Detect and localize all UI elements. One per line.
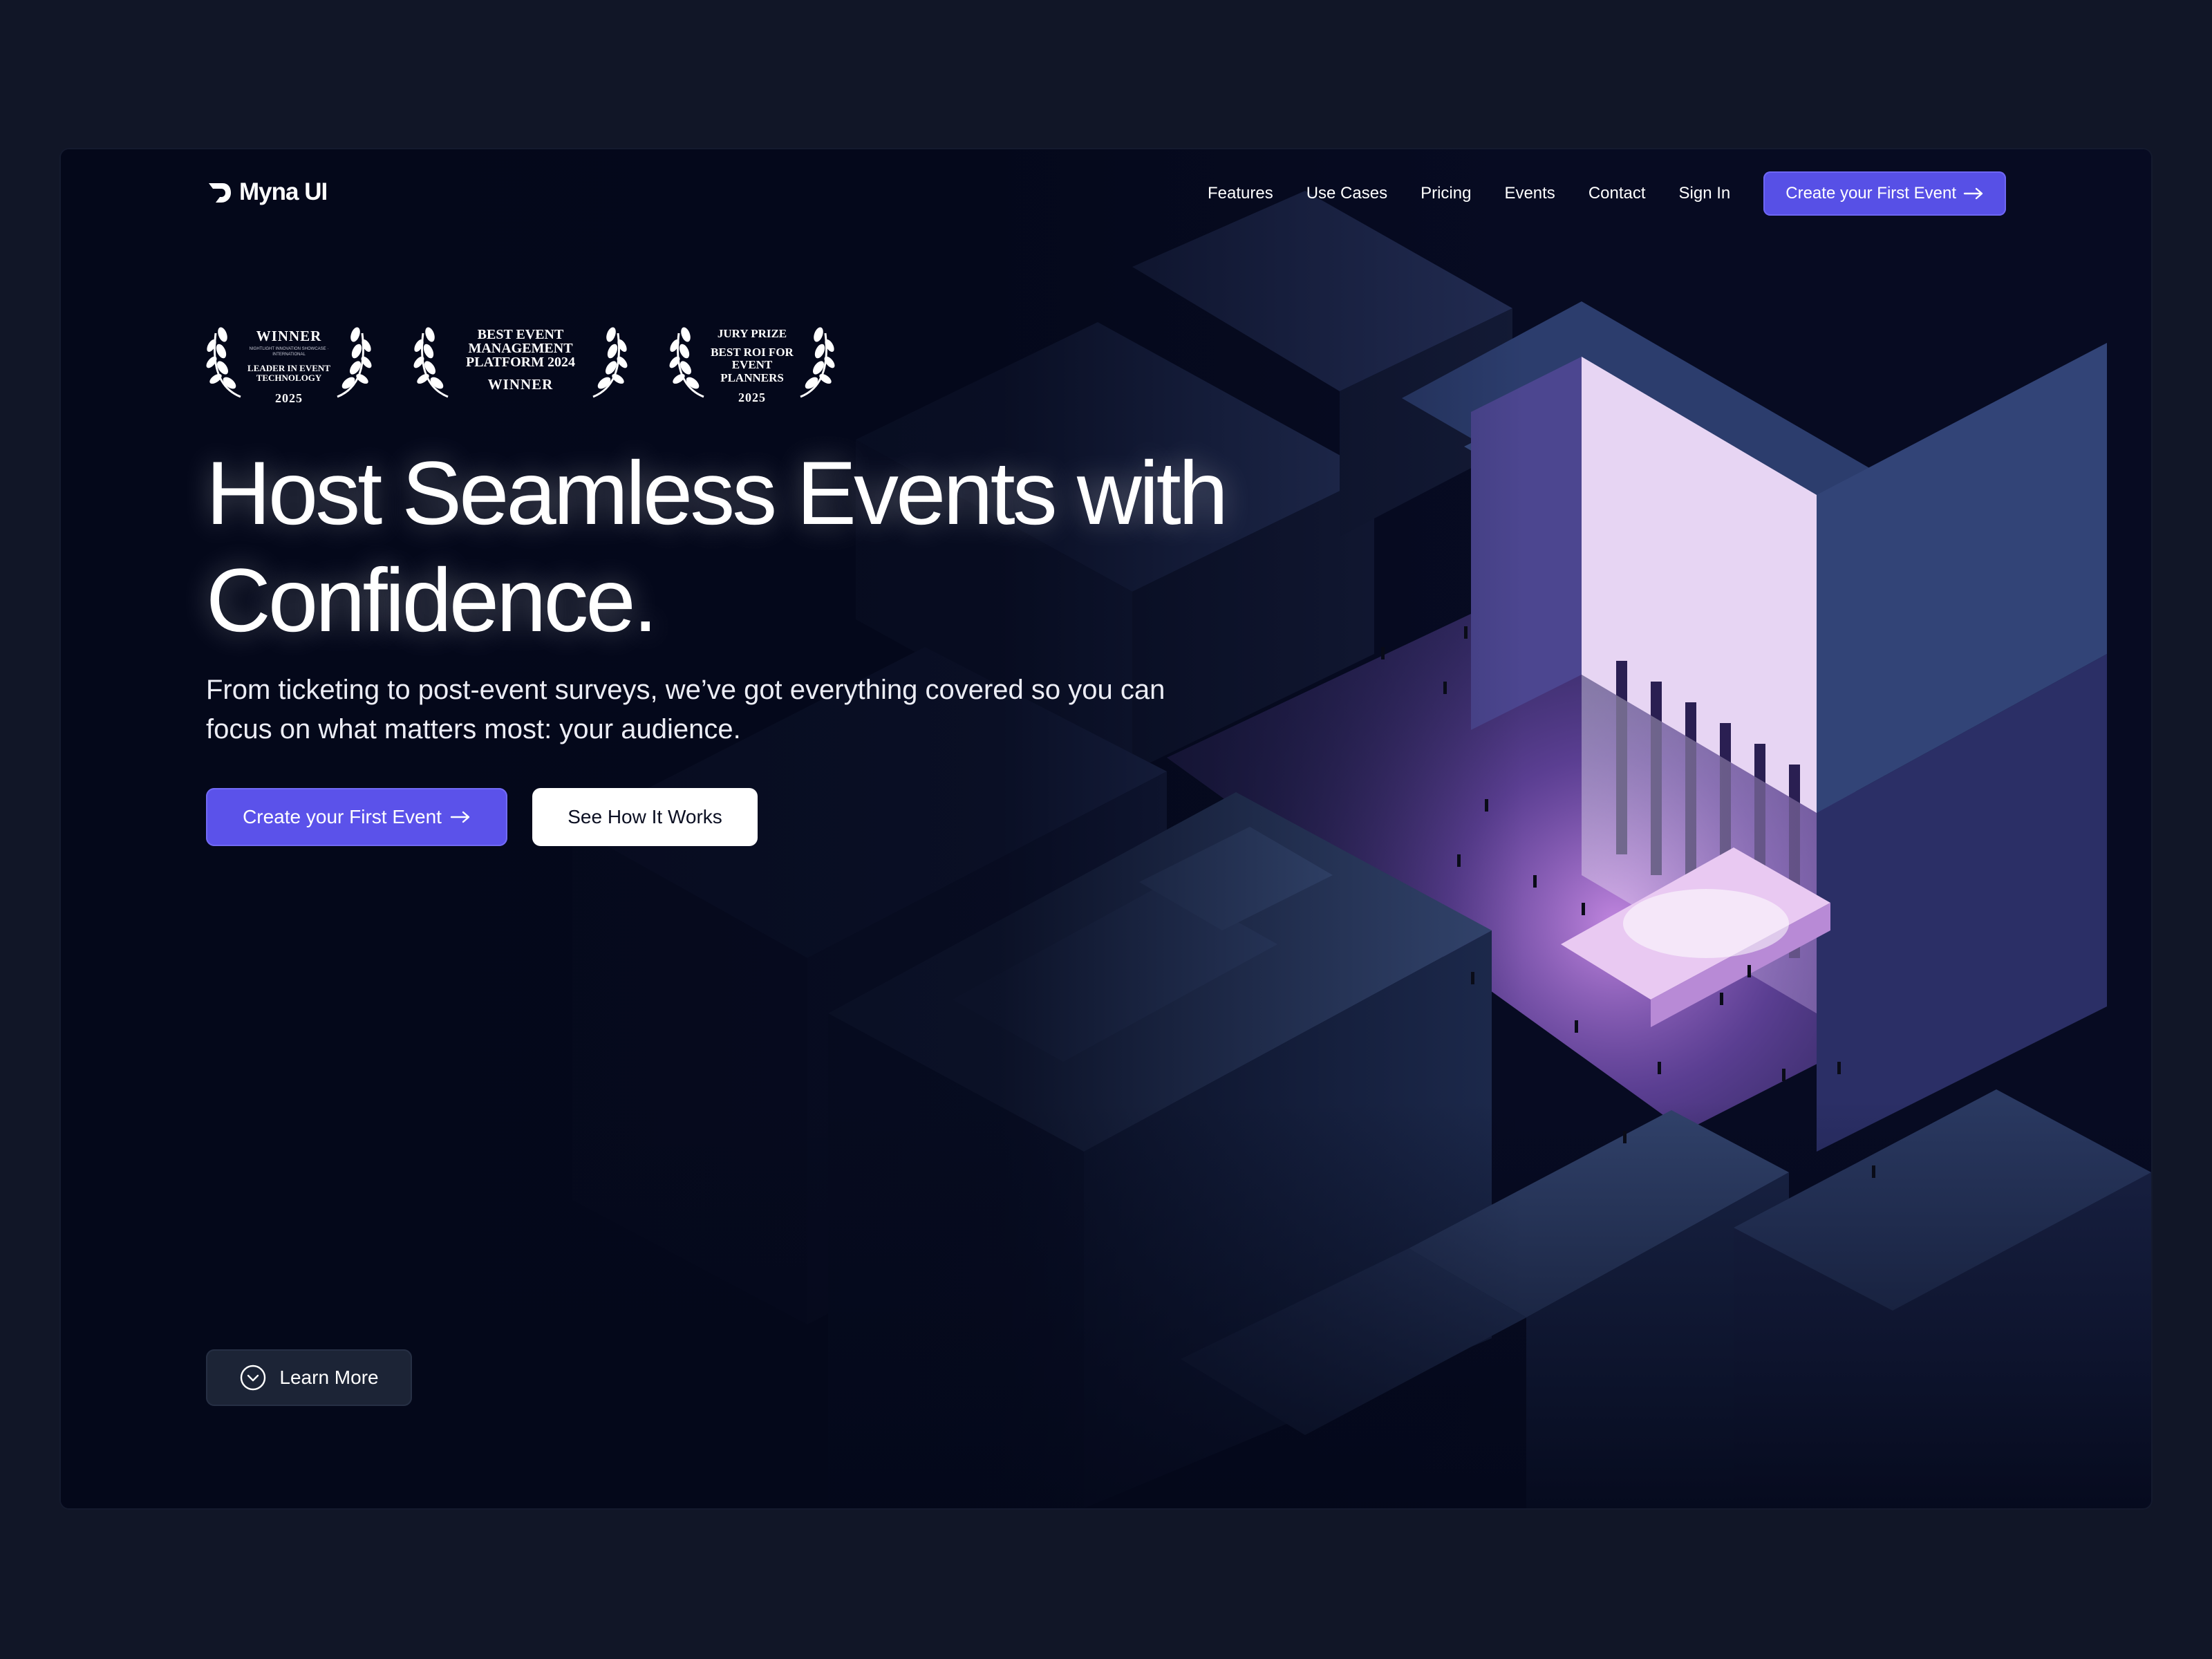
myna-logo-icon [209, 183, 231, 203]
arrow-right-icon [450, 811, 470, 823]
brand-logo[interactable]: Myna UI [206, 178, 328, 206]
laurel-wreath-icon [592, 327, 628, 398]
nav-features[interactable]: Features [1208, 184, 1273, 203]
hero-frame: Myna UI Features Use Cases Pricing Event… [61, 149, 2151, 1508]
learn-more-button[interactable]: Learn More [206, 1349, 412, 1406]
nav-use-cases[interactable]: Use Cases [1306, 184, 1387, 203]
hero-headline: Host Seamless Events with Confidence. [206, 442, 1228, 650]
brand-name: Myna UI [239, 178, 328, 205]
award-title: JURY PRIZE [717, 327, 787, 340]
nav-sign-in[interactable]: Sign In [1679, 184, 1731, 203]
award-category: LEADER IN EVENT TECHNOLOGY [247, 362, 330, 383]
primary-cta-label: Create your First Event [243, 806, 442, 827]
award-best-platform-2024: BEST EVENT MANAGEMENT PLATFORM 2024 WINN… [413, 315, 628, 405]
award-year: 2025 [275, 391, 303, 406]
secondary-cta-label: See How It Works [568, 806, 722, 827]
award-text: JURY PRIZE BEST ROI FOR EVENT PLANNERS 2… [704, 327, 800, 405]
award-winner-2025: WINNER NIGHTLIGHT INNOVATION SHOWCASE · … [206, 315, 372, 405]
nav-events[interactable]: Events [1504, 184, 1555, 203]
chevron-down-circle-icon [241, 1365, 266, 1391]
hero-subtext: From ticketing to post-event surveys, we… [206, 675, 1165, 744]
award-title: WINNER [256, 328, 322, 344]
award-label: WINNER [487, 376, 554, 393]
laurel-wreath-icon [413, 327, 449, 398]
award-heading: BEST EVENT MANAGEMENT PLATFORM 2024 [466, 327, 575, 370]
laurel-wreath-icon [800, 327, 835, 398]
award-jury-prize-2025: JURY PRIZE BEST ROI FOR EVENT PLANNERS 2… [669, 315, 835, 405]
nav-create-event-button[interactable]: Create your First Event [1763, 171, 2006, 216]
learn-more-label: Learn More [279, 1367, 379, 1388]
award-text: WINNER NIGHTLIGHT INNOVATION SHOWCASE · … [241, 328, 337, 406]
create-first-event-button[interactable]: Create your First Event [206, 788, 507, 846]
laurel-wreath-icon [337, 327, 372, 398]
see-how-it-works-button[interactable]: See How It Works [532, 788, 758, 846]
nav-pricing[interactable]: Pricing [1421, 184, 1471, 203]
award-text: BEST EVENT MANAGEMENT PLATFORM 2024 WINN… [459, 328, 582, 393]
nav-contact[interactable]: Contact [1588, 184, 1646, 203]
award-year: 2025 [738, 390, 766, 404]
award-fine-print: NIGHTLIGHT INNOVATION SHOWCASE · INTERNA… [249, 347, 329, 357]
nav-cta-label: Create your First Event [1785, 184, 1956, 203]
awards-row: WINNER NIGHTLIGHT INNOVATION SHOWCASE · … [206, 315, 835, 405]
top-nav: Features Use Cases Pricing Events Contac… [1208, 171, 2006, 216]
award-category: BEST ROI FOR EVENT PLANNERS [711, 345, 794, 385]
arrow-right-icon [1963, 187, 1983, 200]
